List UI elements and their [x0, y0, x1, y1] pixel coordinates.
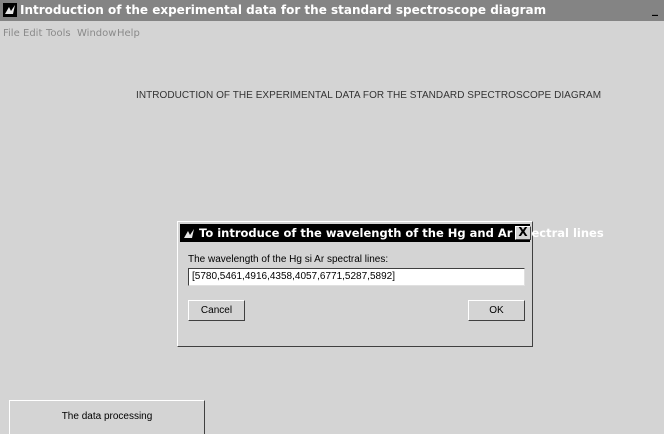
wavelength-input[interactable]: [5780,5461,4916,4358,4057,6771,5287,5892…	[188, 268, 525, 286]
menu-tools[interactable]: Tools	[46, 28, 71, 39]
menu-window[interactable]: Window	[77, 28, 116, 39]
menu-edit[interactable]: Edit	[23, 28, 42, 39]
matlab-dialog-icon	[182, 226, 196, 241]
menu-file[interactable]: File	[3, 28, 20, 39]
dialog-prompt: The wavelength of the Hg si Ar spectral …	[188, 254, 389, 265]
ok-button[interactable]: OK	[468, 300, 525, 321]
page-heading: INTRODUCTION OF THE EXPERIMENTAL DATA FO…	[136, 90, 602, 101]
menu-help[interactable]: Help	[117, 28, 140, 39]
cancel-button[interactable]: Cancel	[188, 300, 245, 321]
close-icon[interactable]: X	[515, 226, 531, 240]
window-title: Introduction of the experimental data fo…	[20, 3, 547, 17]
dialog-titlebar[interactable]: To introduce of the wavelength of the Hg…	[180, 224, 604, 242]
minimize-button[interactable]: _	[652, 3, 664, 17]
window-titlebar[interactable]: Introduction of the experimental data fo…	[0, 0, 664, 21]
menu-bar: File Edit Tools Window Help	[0, 24, 664, 40]
dialog-title: To introduce of the wavelength of the Hg…	[199, 226, 604, 240]
data-processing-button[interactable]: The data processing	[9, 400, 205, 434]
input-dialog: To introduce of the wavelength of the Hg…	[177, 221, 604, 347]
matlab-window-icon	[3, 3, 17, 17]
